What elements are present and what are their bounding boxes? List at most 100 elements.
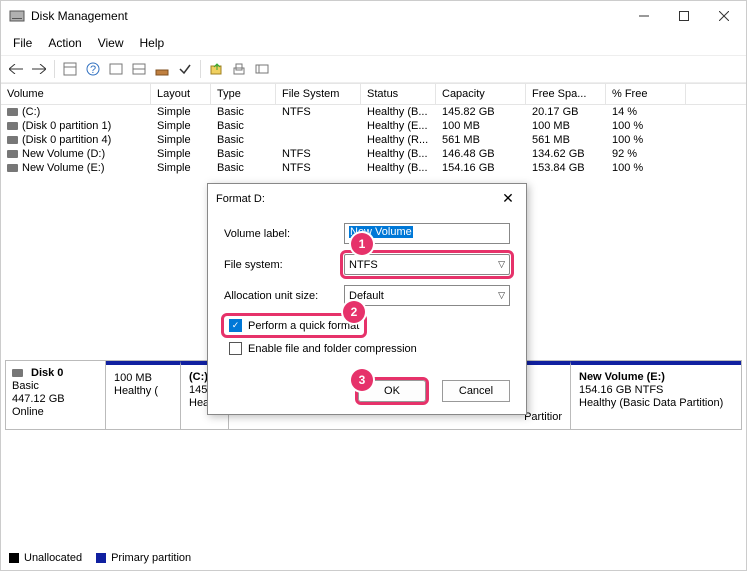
cell: 100 MB [526,119,606,133]
cell: (Disk 0 partition 4) [22,134,111,146]
check-icon[interactable] [174,58,196,80]
toolbar-icon[interactable] [228,58,250,80]
maximize-button[interactable] [664,2,704,30]
cell: 100 MB [436,119,526,133]
legend-primary: Primary partition [96,552,191,564]
table-row[interactable]: (Disk 0 partition 1) Simple Basic Health… [1,119,746,133]
window-title: Disk Management [31,9,624,23]
menu-help[interactable]: Help [132,33,173,53]
col-filesystem[interactable]: File System [276,84,361,104]
volume-icon [7,122,18,130]
cell: Basic [211,105,276,119]
chevron-down-icon: ▽ [498,259,505,270]
cell: 100 % [606,161,686,175]
cell: NTFS [276,147,361,161]
cell: NTFS [276,161,361,175]
table-row[interactable]: (Disk 0 partition 4) Simple Basic Health… [1,133,746,147]
cell: 134.62 GB [526,147,606,161]
cell: 153.84 GB [526,161,606,175]
table-row[interactable]: New Volume (E:) Simple Basic NTFS Health… [1,161,746,175]
close-button[interactable] [704,2,744,30]
cell: 561 MB [526,133,606,147]
volume-table: (C:) Simple Basic NTFS Healthy (B... 145… [1,105,746,191]
cell [276,133,361,147]
app-icon [9,8,25,24]
col-type[interactable]: Type [211,84,276,104]
quick-format-checkbox[interactable]: ✓ [229,319,242,332]
cell: Simple [151,119,211,133]
partition-status: Healthy ( [114,385,172,397]
partition[interactable]: 100 MB Healthy ( [106,361,181,429]
cell: Basic [211,161,276,175]
cell: NTFS [276,105,361,119]
cancel-button[interactable]: Cancel [442,380,510,402]
compression-checkbox[interactable] [229,342,242,355]
cell: 100 % [606,119,686,133]
cell: Healthy (B... [361,147,436,161]
cell: 100 % [606,133,686,147]
cell: Healthy (E... [361,119,436,133]
toolbar-icon[interactable] [151,58,173,80]
title-bar: Disk Management [1,1,746,31]
disk-status: Online [12,406,99,418]
back-button[interactable] [5,58,27,80]
cell: (Disk 0 partition 1) [22,120,111,132]
partition-title: New Volume (E:) [579,371,733,383]
forward-button[interactable] [28,58,50,80]
toolbar-icon[interactable] [59,58,81,80]
cell: Basic [211,133,276,147]
toolbar-icon[interactable] [205,58,227,80]
volume-icon [7,136,18,144]
table-row[interactable]: New Volume (D:) Simple Basic NTFS Health… [1,147,746,161]
cell: 154.16 GB [436,161,526,175]
volume-icon [7,108,18,116]
allocation-size-select[interactable]: Default▽ [344,285,510,306]
partition-size: 154.16 GB NTFS [579,384,733,396]
col-free-space[interactable]: Free Spa... [526,84,606,104]
toolbar-icon[interactable] [251,58,273,80]
help-button[interactable]: ? [82,58,104,80]
cell: Simple [151,147,211,161]
cell: Simple [151,105,211,119]
toolbar-icon[interactable] [128,58,150,80]
cell: Healthy (B... [361,161,436,175]
compression-label: Enable file and folder compression [248,343,417,355]
table-row[interactable]: (C:) Simple Basic NTFS Healthy (B... 145… [1,105,746,119]
col-status[interactable]: Status [361,84,436,104]
toolbar-icon[interactable] [105,58,127,80]
cell: Basic [211,147,276,161]
close-icon[interactable]: ✕ [498,190,518,207]
col-pct-free[interactable]: % Free [606,84,686,104]
cell: 14 % [606,105,686,119]
disk-icon [12,369,23,377]
partition[interactable]: New Volume (E:) 154.16 GB NTFS Healthy (… [571,361,741,429]
disk-size: 447.12 GB [12,393,99,405]
allocation-size-label: Allocation unit size: [224,290,344,302]
cell: Basic [211,119,276,133]
callout-badge-3: 3 [351,369,373,391]
callout-badge-2: 2 [343,301,365,323]
cell: New Volume (D:) [22,148,105,160]
disk-info[interactable]: Disk 0 Basic 447.12 GB Online [6,361,106,429]
volume-label-label: Volume label: [224,228,344,240]
file-system-select[interactable]: NTFS▽ [344,254,510,275]
col-layout[interactable]: Layout [151,84,211,104]
col-volume[interactable]: Volume [1,84,151,104]
menu-view[interactable]: View [90,33,132,53]
cell: Simple [151,161,211,175]
legend: Unallocated Primary partition [9,552,191,564]
dialog-title-bar[interactable]: Format D: ✕ [208,184,526,213]
cell: Healthy (B... [361,105,436,119]
menu-file[interactable]: File [5,33,40,53]
cell [276,119,361,133]
partition-status: Healthy (Basic Data Partition) [579,397,733,409]
partition-size: 100 MB [114,372,172,384]
menu-action[interactable]: Action [40,33,89,53]
cell: Simple [151,133,211,147]
volume-icon [7,150,18,158]
cell: Healthy (R... [361,133,436,147]
quick-format-label: Perform a quick format [248,320,359,332]
col-capacity[interactable]: Capacity [436,84,526,104]
minimize-button[interactable] [624,2,664,30]
cell: 92 % [606,147,686,161]
